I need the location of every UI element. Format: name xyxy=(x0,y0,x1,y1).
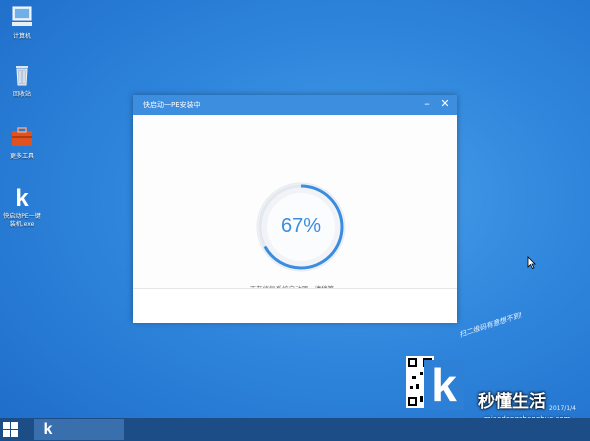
minimize-icon[interactable]: – xyxy=(420,97,434,111)
svg-text:k: k xyxy=(15,185,29,210)
desktop-icon-recycle-bin[interactable]: 回收站 xyxy=(3,62,41,99)
kuaiqidong-app-icon: k xyxy=(15,185,29,210)
desktop-icon-label: 更多工具 xyxy=(9,153,34,160)
promo-date: 2017/1/4 xyxy=(549,405,576,412)
recycle-bin-icon xyxy=(16,66,28,86)
progress-percent: 67% xyxy=(280,215,322,237)
mouse-cursor-icon xyxy=(527,256,536,269)
desktop-icon-computer[interactable]: 计算机 xyxy=(3,4,41,41)
desktop-icon-more-tools[interactable]: 更多工具 xyxy=(3,124,41,161)
start-button-windows-icon[interactable] xyxy=(3,422,18,437)
dialog-footer xyxy=(133,288,457,323)
desktop-icon-label: 计算机 xyxy=(12,33,31,40)
desktop-icon-kuaiqidong[interactable]: k 快启动PE一键装机.exe xyxy=(3,184,41,229)
computer-icon xyxy=(12,6,32,26)
taskbar: k xyxy=(0,418,590,441)
dialog-titlebar[interactable]: 快启动一PE安装中 – ✕ xyxy=(133,95,457,115)
kuaiqidong-logo: k xyxy=(424,360,464,410)
taskbar-app-kuaiqidong[interactable]: k xyxy=(34,419,124,440)
dialog-body: 67% 正在修复系统启动项，请稍等... xyxy=(133,115,457,293)
desktop-icon-label: 回收站 xyxy=(12,91,31,98)
close-icon[interactable]: ✕ xyxy=(438,97,452,111)
dialog-title: 快启动一PE安装中 xyxy=(143,101,201,109)
installer-dialog: 快启动一PE安装中 – ✕ 67% 正在修复系统启动项，请稍等... xyxy=(133,95,457,323)
desktop-icon-label: 快启动PE一键装机.exe xyxy=(3,213,41,228)
toolbox-icon xyxy=(12,127,32,146)
promo-tagline: 扫二维码有意想不到! xyxy=(458,311,524,339)
watermark-title: 秒懂生活 xyxy=(478,392,546,412)
kuaiqidong-app-icon: k xyxy=(43,421,53,438)
